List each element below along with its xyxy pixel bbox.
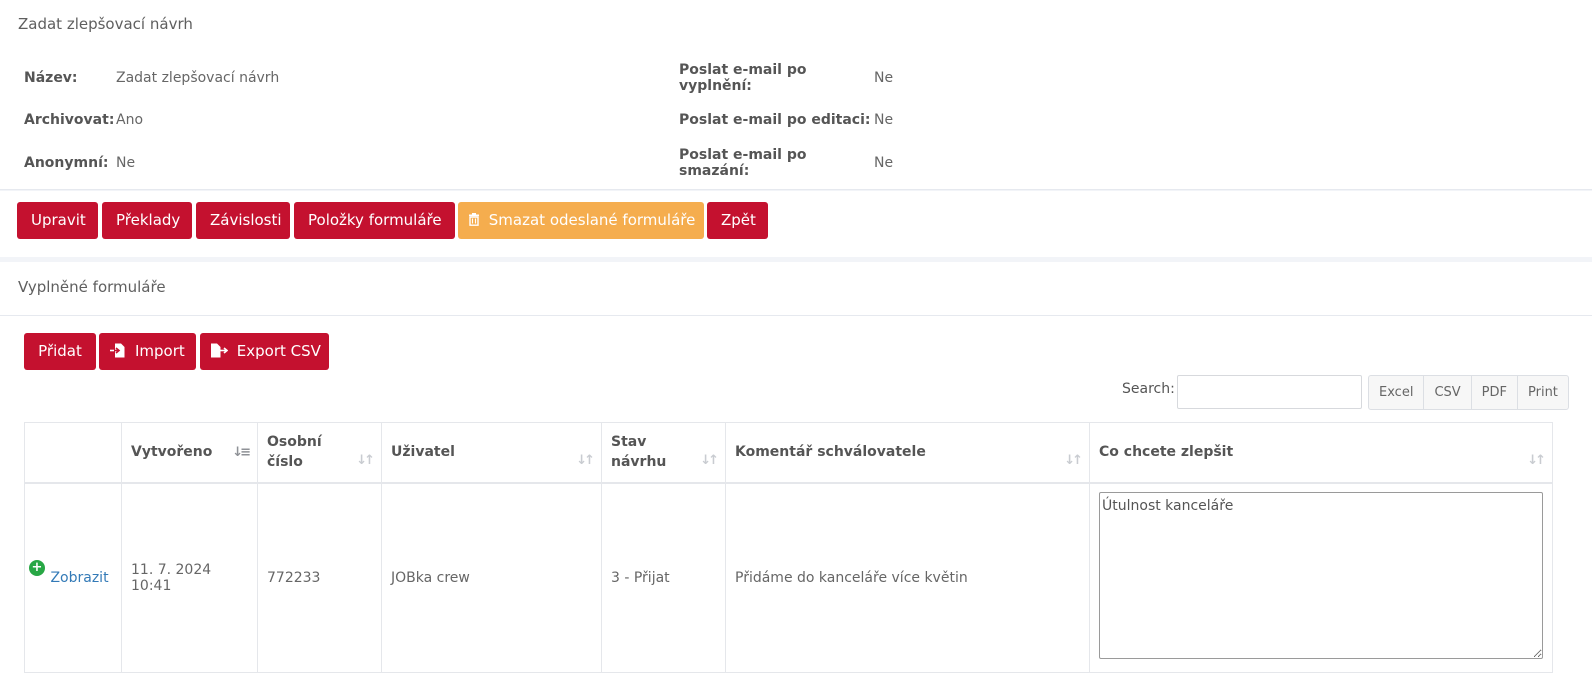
column-header-approver-comment[interactable]: Komentář schválovatele ↓↑ — [725, 422, 1090, 484]
import-button[interactable]: Import — [99, 333, 196, 370]
export-csv-label: Export CSV — [236, 342, 321, 360]
table-header-row: Vytvořeno ↓≡ Osobní číslo ↓↑ Uživatel ↓↑… — [24, 422, 1553, 484]
search-input[interactable] — [1177, 375, 1362, 409]
created-cell: 11. 7. 2024 10:41 — [121, 482, 258, 673]
action-bar: Upravit Překlady Závislosti Položky form… — [0, 191, 1592, 257]
archive-value: Ano — [116, 112, 144, 128]
improvement-cell: Útulnost kanceláře — [1089, 482, 1553, 673]
sort-icon: ↓↑ — [356, 453, 375, 468]
panel-title: Zadat zlepšovací návrh — [18, 15, 193, 33]
print-button[interactable]: Print — [1517, 375, 1569, 410]
mail-fill-value: Ne — [874, 70, 894, 86]
dependencies-button[interactable]: Závislosti — [196, 202, 290, 239]
edit-button[interactable]: Upravit — [17, 202, 98, 239]
detail-mail-fill: Poslat e-mail po vyplnění: Ne — [679, 62, 894, 94]
anonymous-value: Ne — [116, 155, 136, 171]
mail-delete-label: Poslat e-mail po smazání: — [679, 147, 807, 179]
add-button[interactable]: Přidat — [24, 333, 96, 370]
anonymous-label: Anonymní: — [24, 155, 109, 171]
import-label: Import — [134, 342, 185, 360]
export-csv-button[interactable]: Export CSV — [200, 333, 329, 370]
table-row: + Zobrazit 11. 7. 2024 10:41 772233 JOBk… — [24, 482, 1553, 673]
title-divider — [0, 315, 1592, 316]
mail-edit-value: Ne — [874, 112, 894, 128]
name-value: Zadat zlepšovací návrh — [116, 70, 280, 86]
search-label: Search: — [1122, 381, 1175, 397]
csv-button[interactable]: CSV — [1423, 375, 1472, 410]
column-header-label: Komentář schválovatele — [735, 444, 926, 461]
form-detail-panel: Zadat zlepšovací návrh Název: Zadat zlep… — [0, 0, 1592, 190]
column-header-label: Co chcete zlepšit — [1099, 444, 1234, 461]
filled-forms-panel: Vyplněné formuláře Přidat Import Export … — [0, 262, 1592, 685]
mail-edit-label: Poslat e-mail po editaci: — [679, 112, 871, 128]
filled-forms-title: Vyplněné formuláře — [18, 278, 166, 296]
column-header-actions — [24, 422, 122, 484]
form-items-button[interactable]: Položky formuláře — [294, 202, 455, 239]
column-header-status[interactable]: Stav návrhu ↓↑ — [601, 422, 726, 484]
expand-row-icon[interactable]: + — [29, 559, 45, 576]
detail-anonymous: Anonymní: Ne — [24, 153, 135, 173]
translations-button[interactable]: Překlady — [102, 202, 192, 239]
column-header-label: Osobní číslo — [267, 434, 322, 471]
sort-icon: ↓↑ — [1064, 453, 1083, 468]
column-header-user[interactable]: Uživatel ↓↑ — [381, 422, 602, 484]
sort-icon: ↓↑ — [576, 453, 595, 468]
user-cell: JOBka crew — [381, 482, 602, 673]
row-actions-cell: + Zobrazit — [24, 482, 122, 673]
sort-icon: ↓↑ — [1527, 453, 1546, 468]
mail-fill-label: Poslat e-mail po vyplnění: — [679, 62, 807, 94]
column-header-improvement[interactable]: Co chcete zlepšit ↓↑ — [1089, 422, 1553, 484]
column-header-label: Uživatel — [391, 444, 455, 461]
detail-mail-edit: Poslat e-mail po editaci: Ne — [679, 110, 893, 130]
archive-label: Archivovat: — [24, 112, 115, 128]
column-header-label: Stav návrhu — [611, 434, 667, 471]
personal-number-cell: 772233 — [257, 482, 382, 673]
mail-delete-value: Ne — [874, 155, 894, 171]
filled-forms-table: Vytvořeno ↓≡ Osobní číslo ↓↑ Uživatel ↓↑… — [24, 422, 1553, 673]
detail-name: Název: Zadat zlepšovací návrh — [24, 68, 279, 88]
back-button[interactable]: Zpět — [707, 202, 768, 239]
file-export-icon — [210, 342, 233, 360]
improvement-textarea[interactable]: Útulnost kanceláře — [1099, 492, 1543, 660]
sort-icon: ↓↑ — [700, 453, 719, 468]
delete-submitted-label: Smazat odeslané formuláře — [488, 211, 696, 229]
column-header-personal-number[interactable]: Osobní číslo ↓↑ — [257, 422, 382, 484]
detail-mail-delete: Poslat e-mail po smazání: Ne — [679, 147, 894, 179]
trash-icon — [468, 211, 485, 229]
column-header-created[interactable]: Vytvořeno ↓≡ — [121, 422, 258, 484]
pdf-button[interactable]: PDF — [1470, 375, 1518, 410]
export-button-group: Excel CSV PDF Print — [1368, 375, 1569, 410]
detail-archive: Archivovat: Ano — [24, 110, 143, 130]
sort-desc-icon: ↓≡ — [232, 445, 251, 460]
file-import-icon — [110, 342, 131, 360]
approver-comment-cell: Přidáme do kanceláře více květin — [725, 482, 1090, 673]
status-cell: 3 - Přijat — [601, 482, 726, 673]
name-label: Název: — [24, 70, 78, 86]
delete-submitted-forms-button[interactable]: Smazat odeslané formuláře — [458, 202, 704, 239]
excel-button[interactable]: Excel — [1368, 375, 1425, 410]
view-link[interactable]: Zobrazit — [50, 570, 108, 586]
column-header-label: Vytvořeno — [131, 444, 213, 461]
